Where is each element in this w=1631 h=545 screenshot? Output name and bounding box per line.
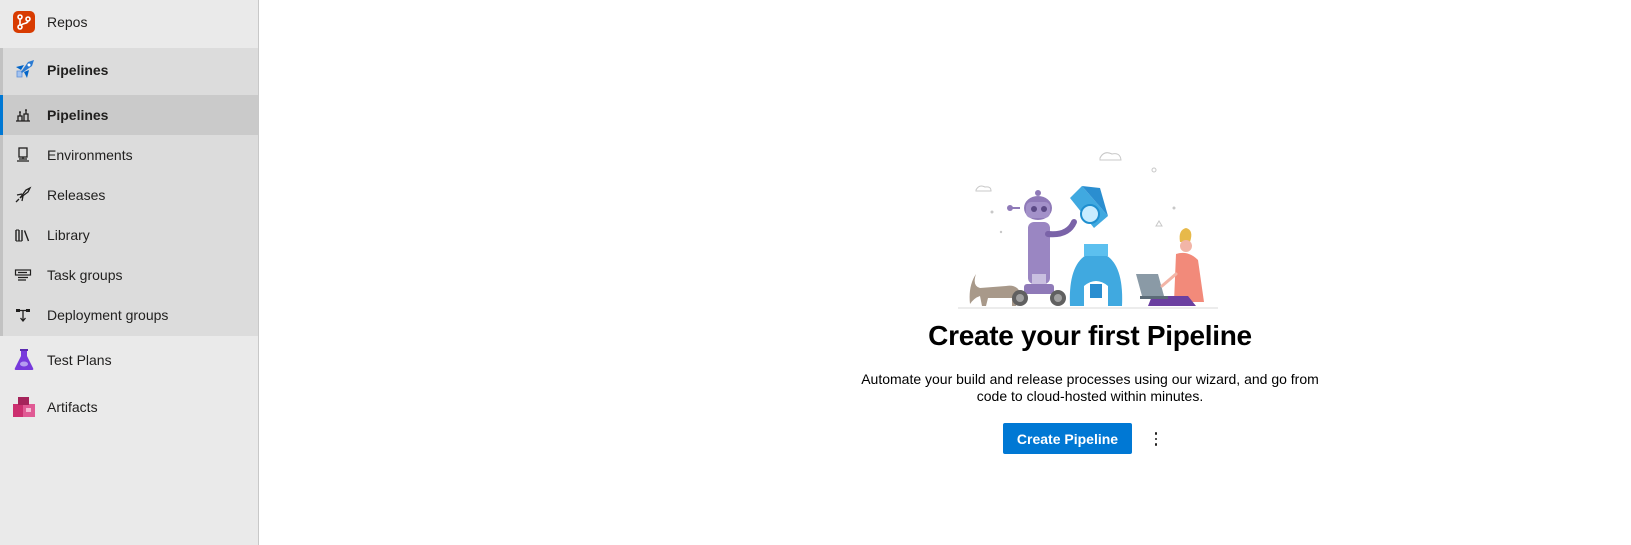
pipeline-rocket-icon xyxy=(14,106,32,124)
environments-icon xyxy=(14,146,32,164)
sidebar-item-label: Artifacts xyxy=(47,399,98,415)
sidebar-section-label: Pipelines xyxy=(47,62,109,78)
artifacts-icon xyxy=(12,395,36,419)
sidebar-item-deployment-groups[interactable]: Deployment groups xyxy=(0,295,258,335)
empty-state-illustration xyxy=(958,146,1218,311)
task-groups-icon xyxy=(14,266,32,284)
sidebar-item-releases[interactable]: Releases xyxy=(0,175,258,215)
more-dot xyxy=(1154,443,1158,446)
selected-indicator xyxy=(0,95,3,135)
sidebar-item-label: Library xyxy=(47,227,90,243)
sidebar-item-label: Task groups xyxy=(47,267,123,283)
deployment-groups-icon xyxy=(14,306,32,324)
sidebar: Repos Pipelines Pipelines Environments R… xyxy=(0,0,259,545)
releases-rocket-icon xyxy=(14,186,32,204)
more-dot xyxy=(1154,437,1158,441)
sidebar-item-test-plans[interactable]: Test Plans xyxy=(0,337,258,383)
sidebar-item-label: Repos xyxy=(47,14,88,30)
sidebar-item-pipelines-section[interactable]: Pipelines xyxy=(0,48,258,92)
more-options-icon[interactable] xyxy=(1148,427,1164,451)
sidebar-item-pipelines[interactable]: Pipelines xyxy=(0,95,258,135)
sidebar-item-label: Deployment groups xyxy=(47,307,169,323)
sidebar-item-label: Pipelines xyxy=(47,107,109,123)
repos-icon xyxy=(12,10,36,34)
test-plans-icon xyxy=(12,348,36,372)
sidebar-item-environments[interactable]: Environments xyxy=(0,135,258,175)
sidebar-item-artifacts[interactable]: Artifacts xyxy=(0,384,258,430)
sidebar-item-task-groups[interactable]: Task groups xyxy=(0,255,258,295)
library-icon xyxy=(14,226,32,244)
sidebar-item-label: Test Plans xyxy=(47,352,112,368)
sidebar-item-repos[interactable]: Repos xyxy=(0,0,258,44)
sidebar-item-library[interactable]: Library xyxy=(0,215,258,255)
more-dot xyxy=(1154,432,1158,435)
sidebar-item-label: Environments xyxy=(47,147,133,163)
pipelines-icon xyxy=(12,58,36,82)
main-content xyxy=(259,0,1631,545)
empty-state-description: Automate your build and release processe… xyxy=(861,371,1319,404)
empty-state-title: Create your first Pipeline xyxy=(928,320,1252,351)
create-pipeline-button[interactable]: Create Pipeline xyxy=(1003,423,1132,454)
sidebar-item-label: Releases xyxy=(47,187,106,203)
